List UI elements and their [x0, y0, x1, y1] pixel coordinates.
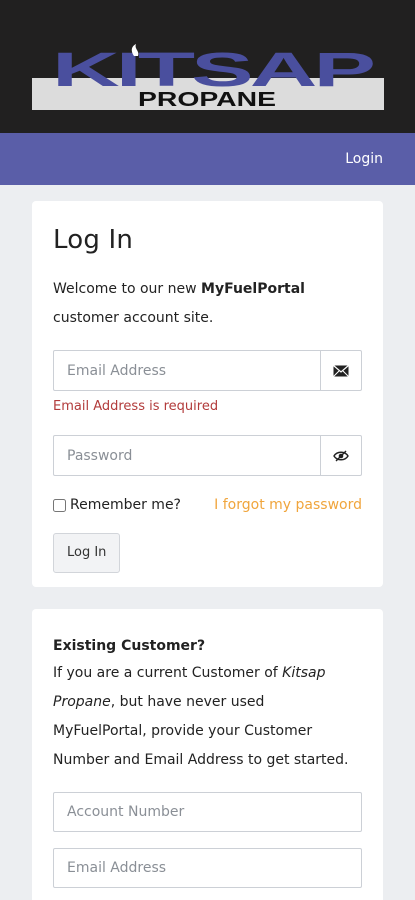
existing-email-input[interactable] [54, 849, 361, 887]
remember-me-checkbox[interactable] [53, 498, 66, 512]
existing-customer-title: Existing Customer? [53, 638, 206, 654]
existing-text-1: If you are a current Customer of [53, 665, 283, 681]
forgot-password-link[interactable]: I forgot my password [214, 497, 362, 513]
welcome-prefix: Welcome to our new [53, 281, 202, 297]
site-header: KITSAP PROPANE [0, 0, 415, 133]
remember-me-label: Remember me? [70, 497, 181, 513]
remember-forgot-row: Remember me? I forgot my password [53, 497, 362, 513]
kitsap-propane-logo[interactable]: KITSAP PROPANE [30, 44, 386, 120]
eye-slash-icon[interactable] [320, 436, 361, 475]
existing-customer-text: If you are a current Customer of Kitsap … [53, 659, 362, 775]
login-button[interactable]: Log In [53, 533, 121, 573]
welcome-text: Welcome to our new MyFuelPortal customer… [53, 275, 362, 333]
account-number-input[interactable] [54, 793, 361, 831]
existing-customer-card: Existing Customer? If you are a current … [32, 609, 383, 900]
logo-sub-text: PROPANE [138, 89, 276, 111]
page-title: Log In [53, 225, 134, 255]
email-input[interactable] [54, 351, 320, 390]
email-input-group [53, 350, 362, 391]
remember-me[interactable]: Remember me? [53, 497, 181, 513]
nav-login-link[interactable]: Login [345, 151, 383, 167]
envelope-icon [320, 351, 361, 390]
email-error-message: Email Address is required [53, 399, 219, 414]
account-number-field [53, 792, 362, 832]
top-navbar: Login [0, 133, 415, 185]
welcome-brand: MyFuelPortal [201, 281, 305, 297]
password-input[interactable] [54, 436, 320, 475]
existing-email-field [53, 848, 362, 888]
login-card: Log In Welcome to our new MyFuelPortal c… [32, 201, 383, 587]
welcome-suffix: customer account site. [53, 310, 214, 326]
password-input-group [53, 435, 362, 476]
